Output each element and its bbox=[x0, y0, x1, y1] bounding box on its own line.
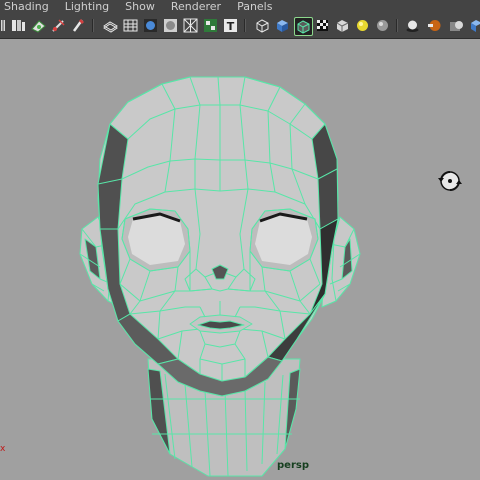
toolbar-separator bbox=[92, 19, 94, 32]
flat-shade-icon[interactable] bbox=[162, 17, 179, 34]
depth-of-field-icon[interactable] bbox=[448, 17, 465, 34]
tumble-cursor-icon bbox=[437, 169, 463, 197]
text-icon[interactable]: T bbox=[222, 17, 239, 34]
toolbar-separator bbox=[244, 19, 246, 32]
menu-renderer[interactable]: Renderer bbox=[165, 0, 221, 14]
wireframe-on-shaded-icon[interactable] bbox=[294, 17, 313, 36]
menu-shading[interactable]: Shading bbox=[0, 0, 49, 14]
select-camera-icon[interactable] bbox=[30, 17, 47, 34]
menu-show[interactable]: Show bbox=[119, 0, 155, 14]
camera-cube-icon[interactable] bbox=[468, 17, 480, 34]
toolbar-separator bbox=[396, 19, 398, 32]
camera-name-label: persp bbox=[277, 460, 309, 471]
perspective-viewport[interactable]: x persp bbox=[0, 39, 480, 480]
xray-icon[interactable] bbox=[182, 17, 199, 34]
bookmark-icon[interactable] bbox=[50, 17, 67, 34]
panel-menubar: Shading Lighting Show Renderer Panels bbox=[0, 0, 480, 14]
motion-blur-icon[interactable] bbox=[426, 17, 443, 34]
solid-cube-icon[interactable] bbox=[274, 17, 291, 34]
axis-x-marker: x bbox=[0, 444, 6, 454]
bounding-box-icon[interactable] bbox=[254, 17, 271, 34]
grip-icon[interactable] bbox=[0, 17, 6, 34]
wireframe-icon[interactable] bbox=[102, 17, 119, 34]
smooth-shade-icon[interactable] bbox=[142, 17, 159, 34]
checker-icon[interactable] bbox=[314, 17, 331, 34]
menu-panels[interactable]: Panels bbox=[231, 0, 272, 14]
default-light-icon[interactable] bbox=[334, 17, 351, 34]
ambient-occlusion-icon[interactable] bbox=[404, 17, 421, 34]
head-mesh[interactable] bbox=[0, 39, 480, 480]
svg-text:T: T bbox=[227, 20, 235, 33]
shadows-icon[interactable] bbox=[374, 17, 391, 34]
all-lights-icon[interactable] bbox=[354, 17, 371, 34]
menu-lighting[interactable]: Lighting bbox=[59, 0, 109, 14]
grid-icon[interactable] bbox=[122, 17, 139, 34]
image-plane-icon[interactable] bbox=[70, 17, 87, 34]
textured-icon[interactable] bbox=[202, 17, 219, 34]
panel-toolbar: T bbox=[0, 14, 480, 39]
camera-attributes-icon[interactable] bbox=[10, 17, 27, 34]
